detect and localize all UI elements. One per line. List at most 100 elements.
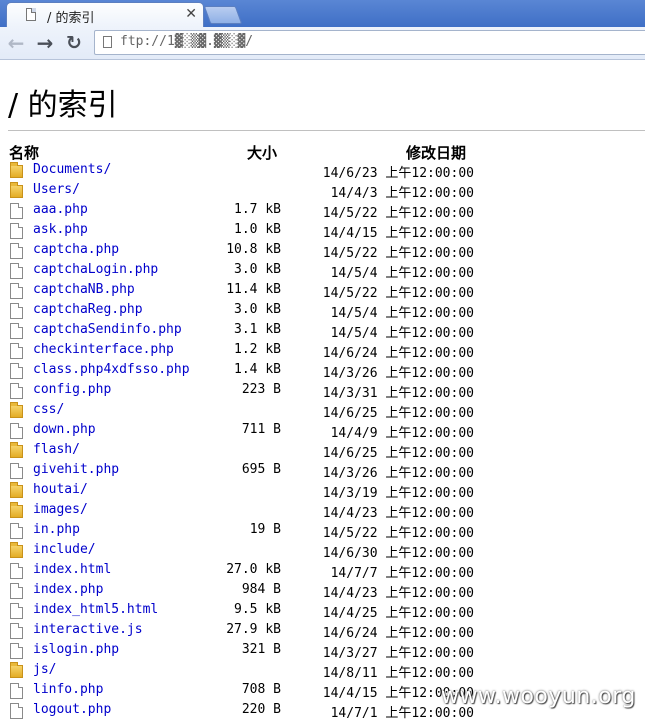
folder-icon xyxy=(10,542,23,558)
entry-size: 321 B xyxy=(241,642,281,657)
entry-date: 14/4/25 上午12:00:00 xyxy=(322,606,474,621)
entry-date: 14/4/9 上午12:00:00 xyxy=(330,426,474,441)
entry-date: 14/4/23 上午12:00:00 xyxy=(322,506,474,521)
entry-link[interactable]: css/ xyxy=(33,402,64,417)
page-title: / 的索引 xyxy=(8,88,118,123)
forward-arrow-icon[interactable]: → xyxy=(33,31,57,55)
entry-link[interactable]: Documents/ xyxy=(33,162,111,177)
address-url[interactable]: ftp://1▓░▒▓.▓▒░▓/ xyxy=(120,34,253,49)
entry-size: 223 B xyxy=(241,382,281,397)
new-tab-button[interactable] xyxy=(203,6,243,24)
entry-link[interactable]: js/ xyxy=(33,662,56,677)
entry-link[interactable]: in.php xyxy=(33,522,80,537)
entry-link[interactable]: images/ xyxy=(33,502,88,517)
entry-size: 1.7 kB xyxy=(234,202,281,217)
entry-date: 14/8/11 上午12:00:00 xyxy=(322,666,474,681)
file-icon xyxy=(10,603,23,619)
file-icon xyxy=(10,683,23,699)
entry-date: 14/6/24 上午12:00:00 xyxy=(322,626,474,641)
entry-link[interactable]: aaa.php xyxy=(33,202,88,217)
folder-icon xyxy=(10,402,23,418)
entry-size: 11.4 kB xyxy=(226,282,281,297)
file-icon xyxy=(10,303,23,319)
entry-link[interactable]: logout.php xyxy=(33,702,111,717)
folder-icon xyxy=(10,442,23,458)
entry-size: 3.0 kB xyxy=(234,262,281,277)
list-item: aaa.php 1.7 kB 14/5/22 上午12:00:00 xyxy=(0,201,645,221)
entry-date: 14/3/19 上午12:00:00 xyxy=(322,486,474,501)
browser-tab[interactable]: / 的索引 ✕ xyxy=(6,2,204,27)
entry-size: 27.0 kB xyxy=(226,562,281,577)
entry-size: 1.2 kB xyxy=(234,342,281,357)
entry-link[interactable]: ask.php xyxy=(33,222,88,237)
folder-icon xyxy=(10,482,23,498)
reload-icon[interactable]: ↻ xyxy=(62,31,86,55)
list-item: include/14/6/30 上午12:00:00 xyxy=(0,541,645,561)
entry-date: 14/3/26 上午12:00:00 xyxy=(322,366,474,381)
entry-link[interactable]: captchaSendinfo.php xyxy=(33,322,182,337)
entry-size: 3.0 kB xyxy=(234,302,281,317)
column-header-date[interactable]: 修改日期 xyxy=(406,142,466,163)
entry-date: 14/4/3 上午12:00:00 xyxy=(330,186,474,201)
column-header-name[interactable]: 名称 xyxy=(9,142,39,163)
file-icon xyxy=(10,563,23,579)
file-icon xyxy=(10,323,23,339)
entry-date: 14/5/4 上午12:00:00 xyxy=(330,266,474,281)
entry-link[interactable]: interactive.js xyxy=(33,622,143,637)
list-item: css/14/6/25 上午12:00:00 xyxy=(0,401,645,421)
entry-link[interactable]: Users/ xyxy=(33,182,80,197)
entry-link[interactable]: index.php xyxy=(33,582,103,597)
file-icon xyxy=(10,203,23,219)
list-item: captchaReg.php 3.0 kB 14/5/4 上午12:00:00 xyxy=(0,301,645,321)
file-icon xyxy=(10,283,23,299)
file-icon xyxy=(10,423,23,439)
tab-close-icon[interactable]: ✕ xyxy=(185,6,197,22)
address-bar[interactable]: ftp://1▓░▒▓.▓▒░▓/ xyxy=(94,30,645,55)
entry-link[interactable]: checkinterface.php xyxy=(33,342,174,357)
file-icon xyxy=(10,363,23,379)
file-icon xyxy=(10,263,23,279)
entry-date: 14/3/26 上午12:00:00 xyxy=(322,466,474,481)
list-item: houtai/14/3/19 上午12:00:00 xyxy=(0,481,645,501)
list-item: index.html 27.0 kB 14/7/7 上午12:00:00 xyxy=(0,561,645,581)
list-item: index.php 984 B 14/4/23 上午12:00:00 xyxy=(0,581,645,601)
entry-size: 220 B xyxy=(241,702,281,717)
entry-link[interactable]: config.php xyxy=(33,382,111,397)
entry-size: 10.8 kB xyxy=(226,242,281,257)
entry-link[interactable]: captcha.php xyxy=(33,242,119,257)
column-header-size[interactable]: 大小 xyxy=(247,142,277,163)
list-item: index_html5.html 9.5 kB 14/4/25 上午12:00:00 xyxy=(0,601,645,621)
list-item: checkinterface.php 1.2 kB 14/6/24 上午12:00:… xyxy=(0,341,645,361)
entry-link[interactable]: down.php xyxy=(33,422,96,437)
entry-date: 14/5/4 上午12:00:00 xyxy=(330,306,474,321)
entry-link[interactable]: index_html5.html xyxy=(33,602,158,617)
entry-date: 14/6/25 上午12:00:00 xyxy=(322,406,474,421)
entry-link[interactable]: include/ xyxy=(33,542,96,557)
entry-date: 14/6/24 上午12:00:00 xyxy=(322,346,474,361)
list-item: captchaNB.php 11.4 kB 14/5/22 上午12:00:00 xyxy=(0,281,645,301)
entry-link[interactable]: class.php4xdfsso.php xyxy=(33,362,190,377)
entry-link[interactable]: givehit.php xyxy=(33,462,119,477)
entry-link[interactable]: linfo.php xyxy=(33,682,103,697)
file-icon xyxy=(10,343,23,359)
page-icon xyxy=(26,8,36,21)
list-item: interactive.js 27.9 kB 14/6/24 上午12:00:00 xyxy=(0,621,645,641)
watermark: www.wooyun.org xyxy=(441,684,636,709)
entry-link[interactable]: houtai/ xyxy=(33,482,88,497)
entry-link[interactable]: index.html xyxy=(33,562,111,577)
list-item: ask.php 1.0 kB 14/4/15 上午12:00:00 xyxy=(0,221,645,241)
list-item: islogin.php 321 B 14/3/27 上午12:00:00 xyxy=(0,641,645,661)
file-icon xyxy=(10,643,23,659)
file-icon xyxy=(10,383,23,399)
list-item: captcha.php 10.8 kB 14/5/22 上午12:00:00 xyxy=(0,241,645,261)
entry-link[interactable]: captchaNB.php xyxy=(33,282,135,297)
entry-date: 14/5/22 上午12:00:00 xyxy=(322,246,474,261)
back-arrow-icon[interactable]: ← xyxy=(4,31,28,55)
entry-link[interactable]: captchaReg.php xyxy=(33,302,143,317)
entry-date: 14/7/7 上午12:00:00 xyxy=(330,566,474,581)
entry-date: 14/4/15 上午12:00:00 xyxy=(322,226,474,241)
entry-link[interactable]: flash/ xyxy=(33,442,80,457)
entry-link[interactable]: islogin.php xyxy=(33,642,119,657)
entry-link[interactable]: captchaLogin.php xyxy=(33,262,158,277)
list-item: captchaLogin.php 3.0 kB 14/5/4 上午12:00:00 xyxy=(0,261,645,281)
